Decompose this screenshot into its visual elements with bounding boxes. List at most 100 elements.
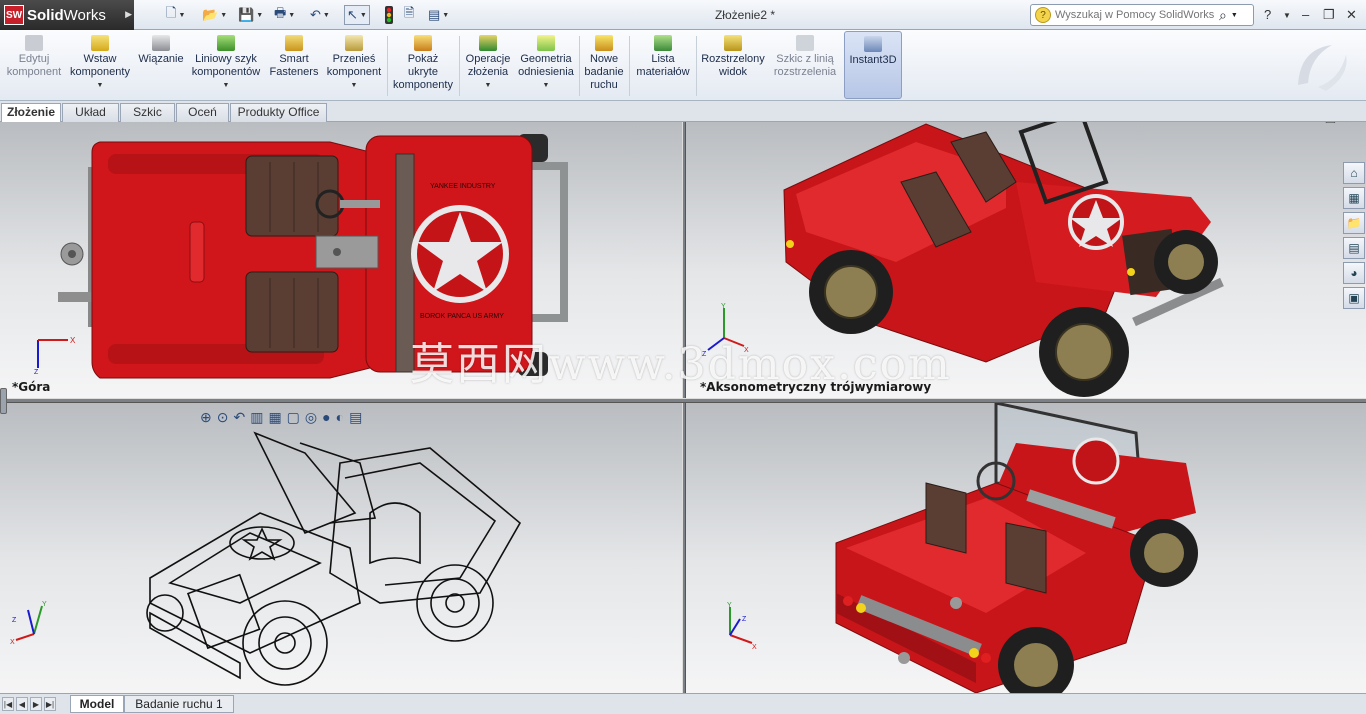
viewport-splitter-vertical[interactable] [682,122,686,693]
feature-manager-collapse-handle[interactable] [0,388,7,414]
print-icon[interactable]: 🖶 ▼ [274,5,295,25]
chevron-down-icon[interactable]: ▼ [360,12,367,19]
button-label: Przenieś komponent [326,53,382,78]
zoom-to-area-icon[interactable]: ⊙ [217,409,229,426]
minimize-icon[interactable]: – [1310,122,1317,126]
tab-office-products[interactable]: Produkty Office [230,103,327,122]
assembly-features-button[interactable]: Operacje złożenia ▼ [462,33,514,92]
select-pointer-icon[interactable]: ↖ ▼ [344,5,370,25]
mate-button[interactable]: Wiązanie [136,33,186,66]
restore-icon[interactable]: ❐ [1325,122,1336,126]
reference-geometry-button[interactable]: Geometria odniesienia ▼ [516,33,576,92]
triad-axes-icon: Y X Z [727,602,757,651]
viewport-rear-trimetric[interactable]: Y X Z [686,403,1366,693]
hide-show-items-icon[interactable]: ◎ [305,409,317,426]
design-library-icon[interactable]: ▦ [1343,187,1365,209]
new-motion-study-icon [595,35,613,51]
triad-axes-icon: Y X Z [10,601,47,646]
save-icon[interactable]: 💾 ▼ [238,5,263,25]
previous-view-icon[interactable]: ↶ [233,409,245,426]
explode-line-sketch-button[interactable]: Szkic z linią rozstrzelenia [770,33,840,79]
file-properties-icon[interactable]: 🗎 [404,5,414,25]
chevron-down-icon[interactable]: ▼ [178,12,185,19]
prev-tab-arrow-icon[interactable]: ◀ [16,697,28,711]
last-tab-arrow-icon[interactable]: ▶| [44,697,56,711]
help-search-input[interactable] [1055,9,1215,21]
tab-evaluate[interactable]: Oceń [176,103,229,122]
apply-scene-icon[interactable]: ◐ [336,409,344,425]
section-view-icon[interactable]: ▥ [250,409,263,426]
button-label: Wstaw komponenty [70,53,130,78]
bottom-tab-bar: |◀ ◀ ▶ ▶| Model Badanie ruchu 1 [0,693,1366,714]
insert-components-button[interactable]: Wstaw komponenty ▼ [66,33,134,92]
ribbon-separator [696,36,697,96]
close-icon[interactable]: ✕ [1346,7,1357,23]
move-component-button[interactable]: Przenieś komponent ▼ [324,33,384,92]
chevron-down-icon[interactable]: ▼ [288,12,295,19]
show-hidden-components-button[interactable]: Pokaż ukryte komponenty [390,33,456,92]
watermark-text: 莫西网www.3dmox.com [410,339,952,390]
bill-of-materials-button[interactable]: Lista materiałów [632,33,694,79]
command-manager-ribbon: Edytuj komponent Wstaw komponenty ▼ Wiązani… [0,30,1366,101]
button-label: Instant3D [849,54,897,66]
ds-logo-icon [1290,35,1354,95]
exploded-view-button[interactable]: Rozstrzelony widok [699,33,767,79]
svg-text:Z: Z [742,616,747,623]
edit-component-button[interactable]: Edytuj komponent [2,33,66,79]
restore-icon[interactable]: ❐ [1323,7,1335,23]
solidworks-logo[interactable]: SW SolidWorks ▶ [0,0,134,30]
chevron-down-icon[interactable]: ▼ [1283,11,1291,20]
chevron-down-icon[interactable]: ▼ [256,12,263,19]
smart-fasteners-icon [285,35,303,51]
close-icon[interactable]: ✕ [1344,122,1354,126]
linear-pattern-icon [217,35,235,51]
triad-axes-icon: XZ [34,336,76,374]
tab-sketch[interactable]: Szkic [120,103,175,122]
chevron-down-icon[interactable]: ▼ [220,12,227,19]
bill-of-materials-icon [654,35,672,51]
viewport-splitter-horizontal[interactable] [0,398,1366,403]
open-folder-icon[interactable]: 📂 ▼ [202,5,227,25]
display-style-icon[interactable]: ▢ [287,409,300,426]
svg-text:BOROK PANCA US ARMY: BOROK PANCA US ARMY [420,313,504,320]
tab-layout[interactable]: Układ [62,103,119,122]
edit-appearance-icon[interactable]: ● [322,409,330,425]
menu-arrow-icon[interactable]: ▶ [125,9,132,20]
instant3d-button[interactable]: Instant3D [844,31,902,99]
options-icon[interactable]: ▤ ▼ [428,5,449,25]
linear-pattern-button[interactable]: Liniowy szyk komponentów ▼ [188,33,264,92]
explode-line-sketch-icon [796,35,814,51]
svg-text:YANKEE INDUSTRY: YANKEE INDUSTRY [430,183,496,190]
tab-model[interactable]: Model [70,695,124,713]
home-icon[interactable]: ⌂ [1343,162,1365,184]
help-icon[interactable]: ? [1264,7,1271,22]
chevron-down-icon[interactable]: ▼ [188,79,264,92]
view-settings-icon[interactable]: ▤ [349,409,362,426]
smart-fasteners-button[interactable]: Smart Fasteners [266,33,322,79]
tab-assembly[interactable]: Złożenie [1,103,61,123]
rebuild-traffic-light-icon[interactable] [384,5,394,25]
appearances-icon[interactable]: ◕ [1343,262,1365,284]
minimize-icon[interactable]: – [1302,7,1309,22]
next-tab-arrow-icon[interactable]: ▶ [30,697,42,711]
help-search-box[interactable]: ? ⌕ ▼ [1030,4,1254,26]
chevron-down-icon[interactable]: ▼ [516,79,576,92]
chevron-down-icon[interactable]: ▼ [1231,12,1238,19]
new-motion-study-button[interactable]: Nowe badanie ruchu [582,33,626,92]
view-palette-icon[interactable]: ▤ [1343,237,1365,259]
custom-properties-icon[interactable]: ▣ [1343,287,1365,309]
chevron-down-icon[interactable]: ▼ [323,12,330,19]
chevron-down-icon[interactable]: ▼ [442,12,449,19]
chevron-down-icon[interactable]: ▼ [324,79,384,92]
first-tab-arrow-icon[interactable]: |◀ [2,697,14,711]
chevron-down-icon[interactable]: ▼ [462,79,514,92]
tab-motion-study[interactable]: Badanie ruchu 1 [124,695,234,713]
zoom-to-fit-icon[interactable]: ⊕ [200,409,212,426]
chevron-down-icon[interactable]: ▼ [66,79,134,92]
view-orientation-icon[interactable]: ▦ [268,409,281,426]
search-icon[interactable]: ⌕ [1219,7,1227,24]
file-explorer-icon[interactable]: 📁 [1343,212,1365,234]
new-document-icon[interactable]: 🗋 ▼ [166,5,185,25]
undo-icon[interactable]: ↶ ▼ [310,5,330,25]
viewport-wireframe[interactable]: ⊕ ⊙ ↶ ▥ ▦ ▢ ◎ ● ◐ ▤ YX Z [0,403,682,693]
